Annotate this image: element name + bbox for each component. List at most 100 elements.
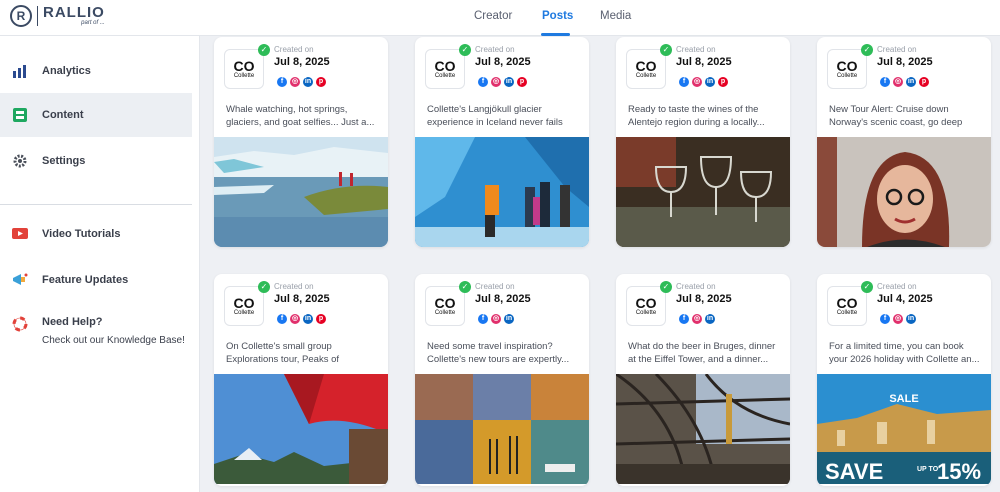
instagram-icon: ◎ xyxy=(491,314,501,324)
sidebar-item-label: Content xyxy=(42,109,84,121)
check-icon: ✓ xyxy=(258,44,270,56)
facebook-icon: f xyxy=(679,77,689,87)
avatar: CO Collette xyxy=(626,49,666,89)
post-image-woman-portrait xyxy=(817,137,991,247)
linkedin-icon: in xyxy=(303,77,313,87)
save-label: SAVE xyxy=(825,459,883,484)
post-date: Jul 8, 2025 xyxy=(274,293,330,305)
post-card[interactable]: CO Collette ✓ Created on Jul 8, 2025 f ◎ in… xyxy=(616,274,790,486)
created-label: Created on xyxy=(676,282,716,291)
avatar: CO Collette xyxy=(224,49,264,89)
post-image-ice-cave xyxy=(415,137,589,247)
post-caption: New Tour Alert: Cruise down Norway's sce… xyxy=(829,104,963,128)
facebook-icon: f xyxy=(277,77,287,87)
check-icon: ✓ xyxy=(459,44,471,56)
video-icon xyxy=(12,226,28,242)
sidebar-item-content[interactable]: Content xyxy=(0,93,192,137)
created-label: Created on xyxy=(877,282,917,291)
pinterest-icon: p xyxy=(517,77,527,87)
pinterest-icon: p xyxy=(919,77,929,87)
social-icons: f ◎ in xyxy=(679,314,715,324)
sidebar-item-settings[interactable]: Settings xyxy=(0,139,192,183)
linkedin-icon: in xyxy=(705,314,715,324)
social-icons: f ◎ in p xyxy=(478,77,527,87)
sidebar-item-video-tutorials[interactable]: Video Tutorials xyxy=(0,212,192,256)
post-card[interactable]: CO Collette ✓ Created on Jul 8, 2025 f ◎ in… xyxy=(214,37,388,247)
facebook-icon: f xyxy=(880,314,890,324)
instagram-icon: ◎ xyxy=(290,77,300,87)
lifebuoy-icon xyxy=(12,316,28,332)
instagram-icon: ◎ xyxy=(491,77,501,87)
social-icons: f ◎ in p xyxy=(880,77,929,87)
social-icons: f ◎ in p xyxy=(277,314,326,324)
sidebar-item-feature-updates[interactable]: Feature Updates xyxy=(0,258,192,302)
post-caption: Need some travel inspiration? Collette's… xyxy=(427,341,570,365)
linkedin-icon: in xyxy=(303,314,313,324)
avatar: CO Collette xyxy=(827,49,867,89)
post-card[interactable]: CO Collette ✓ Created on Jul 4, 2025 f ◎ in… xyxy=(817,274,991,486)
linkedin-icon: in xyxy=(504,77,514,87)
created-label: Created on xyxy=(877,45,917,54)
post-card[interactable]: CO Collette ✓ Created on Jul 8, 2025 f ◎ in… xyxy=(214,274,388,486)
instagram-icon: ◎ xyxy=(692,314,702,324)
post-caption: Collette's Langjökull glacier experience… xyxy=(427,104,563,128)
sale-label: SALE xyxy=(889,393,918,405)
post-date: Jul 8, 2025 xyxy=(676,293,732,305)
tab-posts[interactable]: Posts xyxy=(542,10,573,22)
post-card[interactable]: CO Collette ✓ Created on Jul 8, 2025 f ◎ in… xyxy=(817,37,991,247)
post-image-glacier-lake xyxy=(214,137,388,247)
pinterest-icon: p xyxy=(316,314,326,324)
post-card[interactable]: CO Collette ✓ Created on Jul 8, 2025 f ◎ in… xyxy=(415,37,589,247)
sidebar: Analytics Content Settings Video Tutoria… xyxy=(0,36,200,492)
check-icon: ✓ xyxy=(660,281,672,293)
avatar: CO Collette xyxy=(425,49,465,89)
analytics-icon xyxy=(12,63,28,79)
facebook-icon: f xyxy=(880,77,890,87)
check-icon: ✓ xyxy=(660,44,672,56)
social-icons: f ◎ in xyxy=(478,314,514,324)
pinterest-icon: p xyxy=(316,77,326,87)
post-caption: Whale watching, hot springs, glaciers, a… xyxy=(226,104,375,128)
created-label: Created on xyxy=(676,45,716,54)
content-icon xyxy=(12,107,28,123)
post-caption: For a limited time, you can book your 20… xyxy=(829,341,980,365)
avatar: CO Collette xyxy=(827,286,867,326)
social-icons: f ◎ in p xyxy=(277,77,326,87)
post-caption: On Collette's small group Explorations t… xyxy=(226,341,340,365)
tab-media[interactable]: Media xyxy=(600,10,631,22)
instagram-icon: ◎ xyxy=(893,314,903,324)
post-date: Jul 8, 2025 xyxy=(676,56,732,68)
created-label: Created on xyxy=(274,282,314,291)
linkedin-icon: in xyxy=(906,314,916,324)
post-card[interactable]: CO Collette ✓ Created on Jul 8, 2025 f ◎ in… xyxy=(415,274,589,486)
linkedin-icon: in xyxy=(705,77,715,87)
up-to-label: UP TO xyxy=(917,466,939,473)
need-help-label: Need Help? xyxy=(42,316,103,328)
post-caption: What do the beer in Bruges, dinner at th… xyxy=(628,341,776,365)
sidebar-item-label: Feature Updates xyxy=(42,274,129,286)
sidebar-divider xyxy=(0,204,192,205)
tab-creator[interactable]: Creator xyxy=(474,10,512,22)
created-label: Created on xyxy=(274,45,314,54)
active-tab-indicator xyxy=(541,33,570,36)
facebook-icon: f xyxy=(277,314,287,324)
post-date: Jul 8, 2025 xyxy=(475,56,531,68)
post-image-wine-glasses xyxy=(616,137,790,247)
post-card[interactable]: CO Collette ✓ Created on Jul 8, 2025 f ◎ in… xyxy=(616,37,790,247)
post-date: Jul 8, 2025 xyxy=(274,56,330,68)
social-icons: f ◎ in p xyxy=(679,77,728,87)
facebook-icon: f xyxy=(478,314,488,324)
post-date: Jul 8, 2025 xyxy=(877,56,933,68)
instagram-icon: ◎ xyxy=(290,314,300,324)
gear-icon xyxy=(12,153,28,169)
knowledge-base-link[interactable]: Check out our Knowledge Base! xyxy=(42,335,185,346)
sidebar-item-analytics[interactable]: Analytics xyxy=(0,49,192,93)
sidebar-item-label: Analytics xyxy=(42,65,91,77)
megaphone-icon xyxy=(12,272,28,288)
percent-label: 15% xyxy=(937,459,981,484)
sidebar-item-label: Settings xyxy=(42,155,86,167)
created-label: Created on xyxy=(475,45,515,54)
check-icon: ✓ xyxy=(861,44,873,56)
sidebar-item-need-help[interactable]: Need Help? Check out our Knowledge Base! xyxy=(0,306,192,356)
facebook-icon: f xyxy=(679,314,689,324)
